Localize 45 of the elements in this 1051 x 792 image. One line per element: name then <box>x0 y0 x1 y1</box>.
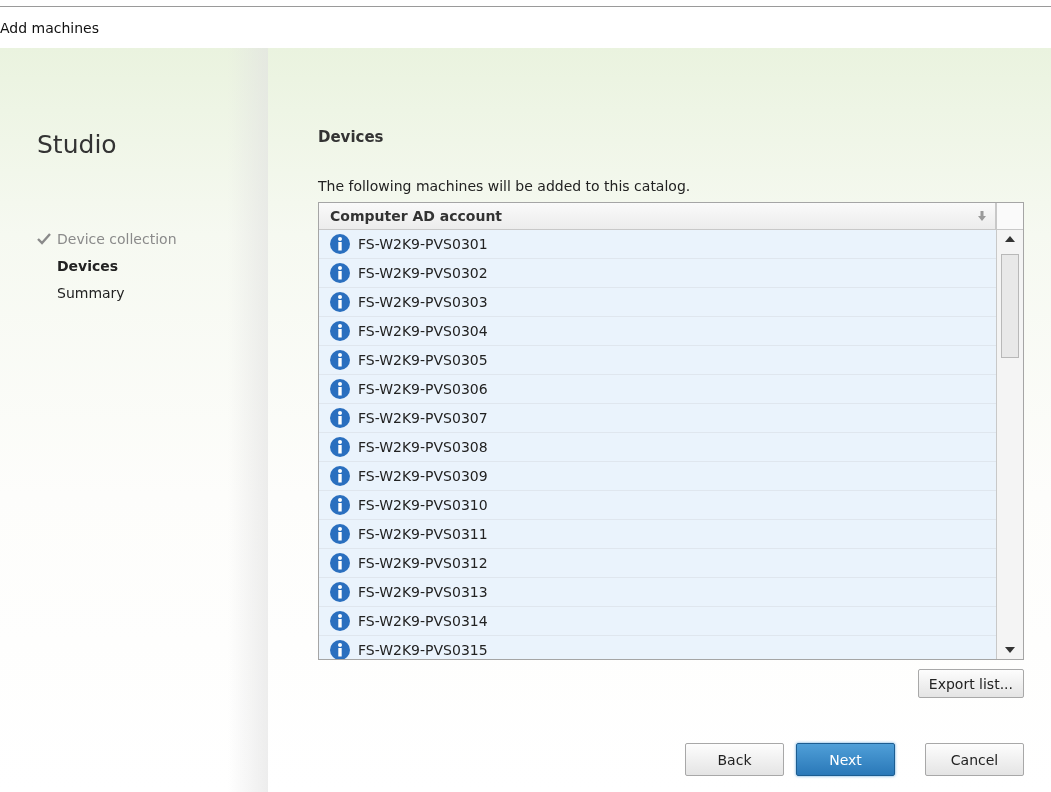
table-row[interactable]: FS-W2K9-PVS0310 <box>319 491 996 520</box>
page-heading: Devices <box>318 128 385 146</box>
info-icon <box>330 582 350 602</box>
scroll-down-icon <box>1005 647 1015 653</box>
table-row[interactable]: FS-W2K9-PVS0308 <box>319 433 996 462</box>
next-button[interactable]: Next <box>796 743 895 776</box>
table-row[interactable]: FS-W2K9-PVS0314 <box>319 607 996 636</box>
table-row[interactable]: FS-W2K9-PVS0313 <box>319 578 996 607</box>
dialog-button[interactable]: Cancel <box>925 743 1024 776</box>
info-icon <box>330 234 350 254</box>
dialog-button[interactable]: Back <box>685 743 784 776</box>
table-row[interactable]: FS-W2K9-PVS0301 <box>319 230 996 259</box>
table-row[interactable]: FS-W2K9-PVS0307 <box>319 404 996 433</box>
app-title: Studio <box>37 130 118 159</box>
export-list-button[interactable]: Export list... <box>917 669 1024 698</box>
table-row[interactable]: FS-W2K9-PVS0302 <box>319 259 996 288</box>
info-icon <box>330 408 350 428</box>
description-text: The following machines will be added to this catalog. <box>318 178 692 194</box>
info-icon <box>330 292 350 312</box>
window-title: Add machines <box>0 19 99 36</box>
info-icon <box>330 437 350 457</box>
wizard-step[interactable]: Summary <box>57 285 125 301</box>
table-row[interactable]: FS-W2K9-PVS0305 <box>319 346 996 375</box>
column-label: Computer AD account <box>330 208 503 224</box>
wizard-step[interactable]: Devices <box>57 258 119 274</box>
info-icon <box>330 495 350 515</box>
table-row[interactable]: FS-W2K9-PVS0309 <box>319 462 996 491</box>
table-row[interactable]: FS-W2K9-PVS0306 <box>319 375 996 404</box>
table-row[interactable]: FS-W2K9-PVS0315 <box>319 636 996 659</box>
column-header[interactable]: Computer AD account <box>319 203 996 229</box>
table-row[interactable]: FS-W2K9-PVS0311 <box>319 520 996 549</box>
scroll-thumb[interactable] <box>1001 254 1019 358</box>
info-icon <box>330 350 350 370</box>
table-row[interactable]: FS-W2K9-PVS0304 <box>319 317 996 346</box>
info-icon <box>330 611 350 631</box>
info-icon <box>330 321 350 341</box>
scrollbar[interactable] <box>997 230 1023 659</box>
info-icon <box>330 524 350 544</box>
table-row[interactable]: FS-W2K9-PVS0312 <box>319 549 996 578</box>
info-icon <box>330 466 350 486</box>
scroll-up-icon <box>1005 236 1015 242</box>
info-icon <box>330 263 350 283</box>
info-icon <box>330 553 350 573</box>
table-row[interactable]: FS-W2K9-PVS0303 <box>319 288 996 317</box>
info-icon <box>330 379 350 399</box>
